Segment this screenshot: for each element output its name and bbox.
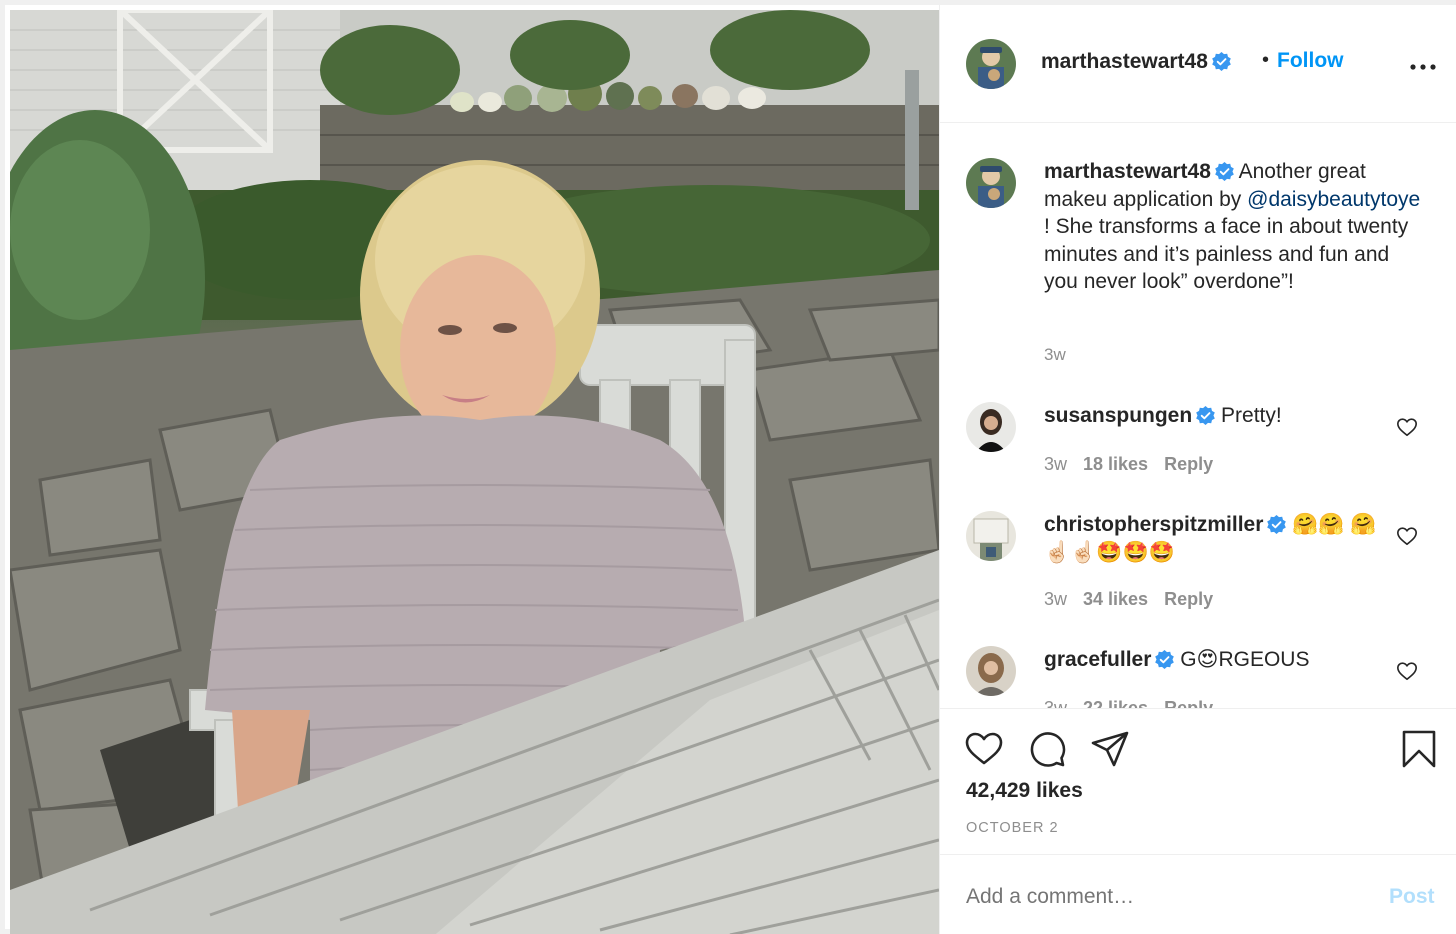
caption-username[interactable]: marthastewart48 — [1044, 160, 1211, 183]
post-side-panel: marthastewart48 • Follow marthastewart48… — [939, 5, 1456, 934]
verified-badge-icon — [1212, 52, 1231, 71]
comment-username[interactable]: gracefuller — [1044, 648, 1151, 671]
comment-reply-button[interactable]: Reply — [1164, 698, 1213, 708]
caption-text: marthastewart48 Another great makeu appl… — [1044, 158, 1424, 296]
comment-text: christopherspitzmiller 🤗🤗 🤗☝🏻☝🏻🤩🤩🤩 — [1044, 511, 1384, 566]
comment-like-heart-icon[interactable] — [1396, 416, 1418, 438]
caption-mention-link[interactable]: @daisybeautytoye — [1247, 188, 1420, 211]
heart-icon[interactable] — [964, 729, 1004, 769]
post-comment-button[interactable]: Post — [1389, 885, 1435, 909]
commenter-avatar[interactable] — [966, 646, 1016, 696]
more-horizontal-icon[interactable] — [1408, 55, 1438, 75]
add-comment-bar: Post — [940, 854, 1456, 934]
post-actions: 42,429 likes OCTOBER 2 — [940, 708, 1456, 854]
comment-body: G😍RGEOUS — [1174, 648, 1310, 671]
comment-meta: 3w 18 likes Reply — [1044, 454, 1229, 475]
comment-likes[interactable]: 34 likes — [1083, 589, 1148, 609]
add-comment-input[interactable] — [966, 885, 1346, 909]
commenter-avatar[interactable] — [966, 402, 1016, 452]
comment-timestamp[interactable]: 3w — [1044, 454, 1067, 474]
caption-timestamp[interactable]: 3w — [1044, 345, 1066, 365]
comment-reply-button[interactable]: Reply — [1164, 454, 1213, 474]
post-photo[interactable] — [10, 10, 939, 934]
post-date[interactable]: OCTOBER 2 — [966, 820, 1059, 836]
bookmark-icon[interactable] — [1399, 729, 1439, 769]
verified-badge-icon — [1215, 162, 1234, 181]
comment-like-heart-icon[interactable] — [1396, 660, 1418, 682]
author-avatar[interactable] — [966, 39, 1016, 89]
comment-username[interactable]: susanspungen — [1044, 404, 1192, 427]
author-username[interactable]: marthastewart48 — [1041, 50, 1231, 74]
caption-body-end: ! She transforms a face in about twenty … — [1044, 215, 1409, 293]
comment-icon[interactable] — [1027, 729, 1067, 769]
verified-badge-icon — [1267, 515, 1287, 534]
commenter-avatar[interactable] — [966, 511, 1016, 561]
instagram-post-frame: marthastewart48 • Follow marthastewart48… — [0, 0, 1456, 934]
comment-likes[interactable]: 18 likes — [1083, 454, 1148, 474]
comment-body: Pretty! — [1215, 404, 1282, 427]
separator-dot: • — [1262, 49, 1270, 71]
like-count[interactable]: 42,429 likes — [966, 779, 1083, 803]
comment-reply-button[interactable]: Reply — [1164, 589, 1213, 609]
caption-author-avatar[interactable] — [966, 158, 1016, 208]
verified-badge-icon — [1155, 650, 1175, 669]
comments-list[interactable]: marthastewart48 Another great makeu appl… — [940, 124, 1456, 708]
comment-meta: 3w 22 likes Reply — [1044, 698, 1229, 708]
comment-meta: 3w 34 likes Reply — [1044, 589, 1229, 610]
comment-username[interactable]: christopherspitzmiller — [1044, 513, 1263, 536]
verified-badge-icon — [1196, 406, 1216, 425]
comment-text: gracefuller G😍RGEOUS — [1044, 646, 1384, 674]
follow-button[interactable]: Follow — [1277, 49, 1344, 73]
paper-plane-icon[interactable] — [1090, 729, 1130, 769]
comment-like-heart-icon[interactable] — [1396, 525, 1418, 547]
post-header: marthastewart48 • Follow — [940, 5, 1456, 123]
comment-text: susanspungen Pretty! — [1044, 402, 1384, 430]
comment-timestamp[interactable]: 3w — [1044, 698, 1067, 708]
comment-likes[interactable]: 22 likes — [1083, 698, 1148, 708]
post-photo-illustration — [10, 10, 939, 934]
comment-timestamp[interactable]: 3w — [1044, 589, 1067, 609]
